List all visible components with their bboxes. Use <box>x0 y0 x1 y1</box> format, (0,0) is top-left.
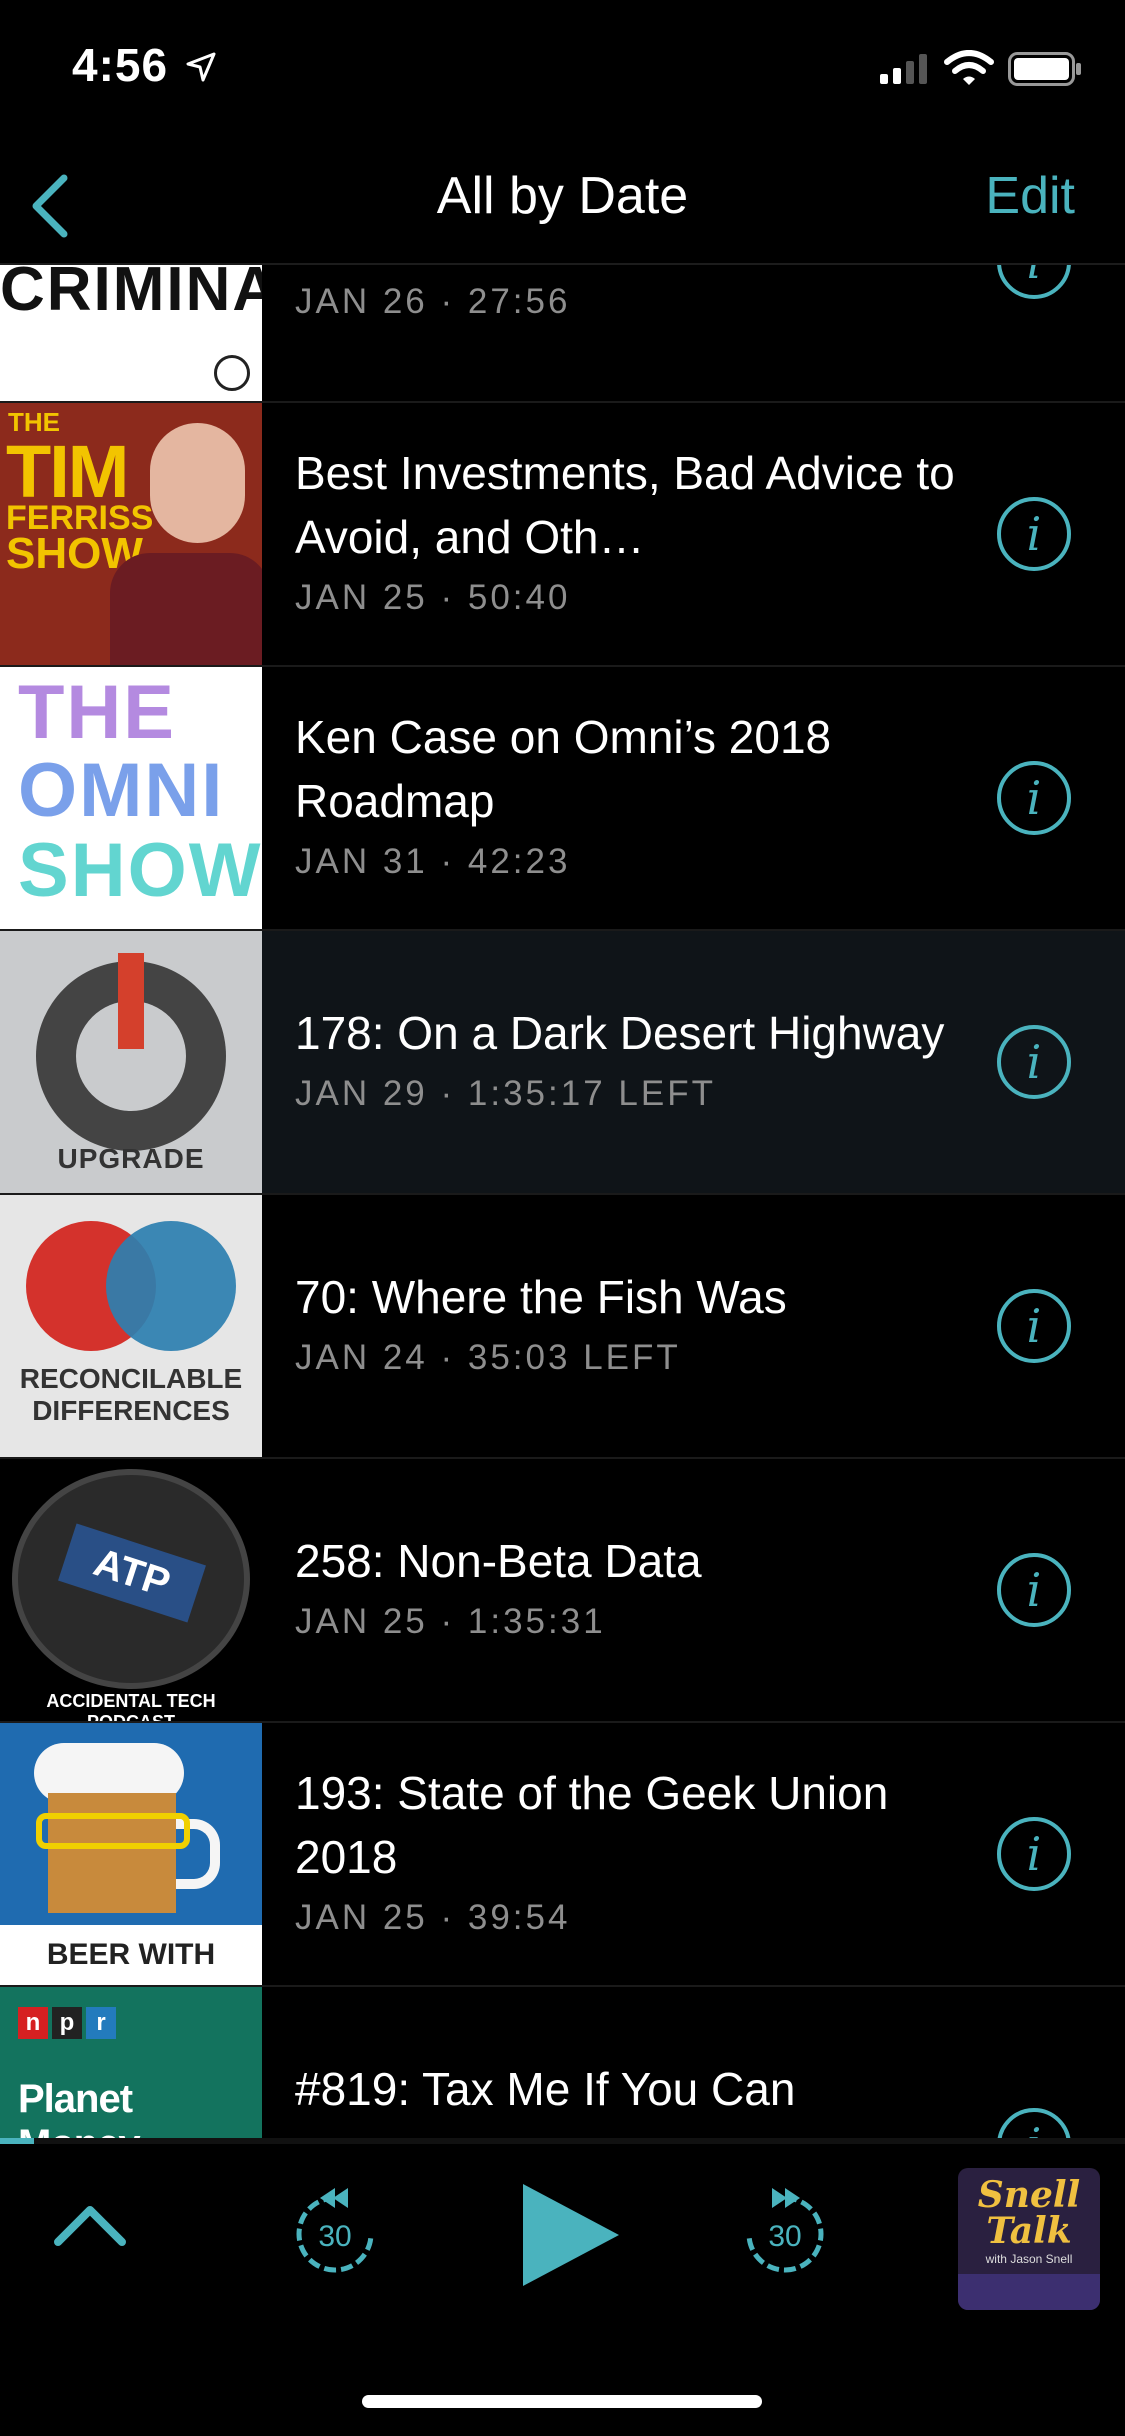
podcast-artwork-omni-show: THE OMNI SHOW <box>0 667 262 929</box>
episode-row-selected[interactable]: UPGRADE 178: On a Dark Desert Highway JA… <box>0 931 1125 1195</box>
wifi-icon <box>944 50 994 85</box>
episode-meta: JAN 25 · 39:54 <box>295 1898 571 1937</box>
podcast-artwork-tim-ferriss: THE TIM FERRISS SHOW <box>0 403 262 665</box>
episode-title: 193: State of the Geek Union 2018 <box>295 1767 889 1883</box>
episode-title: 70: Where the Fish Was <box>295 1271 787 1323</box>
skip-back-30-icon[interactable]: 30 <box>290 2184 380 2280</box>
artwork-text: BEER WITH GEEKS <box>0 1925 262 1985</box>
mini-player: 30 30 Snell Talk with Jason Snell <box>0 2144 1125 2324</box>
episode-row[interactable]: BEER WITH GEEKS 193: State of the Geek U… <box>0 1723 1125 1987</box>
episode-meta: JAN 26 · 27:56 <box>295 282 571 321</box>
location-arrow-icon <box>186 52 216 82</box>
episode-row[interactable]: CRIMINAL JAN 26 · 27:56 i <box>0 265 1125 403</box>
skip-back-seconds: 30 <box>318 2220 351 2253</box>
podcast-artwork-atp: ATP ACCIDENTAL TECH PODCAST <box>0 1459 262 1721</box>
podcast-artwork-planet-money: npr Planet Money <box>0 1987 262 2140</box>
info-icon[interactable]: i <box>997 2108 1071 2140</box>
now-playing-art-line3: with Jason Snell <box>985 2252 1073 2266</box>
status-bar: 4:56 <box>0 0 1125 140</box>
info-icon[interactable]: i <box>997 1289 1071 1363</box>
episode-meta: JAN 29 · 1:35:17 LEFT <box>295 1074 716 1113</box>
episode-row[interactable]: RECONCILABLE DIFFERENCES 70: Where the F… <box>0 1195 1125 1459</box>
episode-meta: JAN 25 · 1:35:31 <box>295 1602 606 1641</box>
episode-row[interactable]: THE TIM FERRISS SHOW Best Investments, B… <box>0 403 1125 667</box>
info-icon[interactable]: i <box>997 265 1071 299</box>
npr-logo-icon: npr <box>18 2007 116 2039</box>
episode-meta: JAN 25 · 50:40 <box>295 578 571 617</box>
info-icon[interactable]: i <box>997 1817 1071 1891</box>
play-icon[interactable] <box>515 2180 625 2290</box>
podcast-artwork-upgrade: UPGRADE <box>0 931 262 1193</box>
status-time: 4:56 <box>72 39 169 91</box>
skip-forward-seconds: 30 <box>768 2220 801 2253</box>
episode-meta: JAN 24 · 35:03 LEFT <box>295 1338 681 1377</box>
navigation-bar: All by Date Edit <box>0 140 1125 265</box>
artwork-text: CRIMINAL <box>0 265 262 324</box>
episode-list[interactable]: CRIMINAL JAN 26 · 27:56 i THE TIM FERRIS… <box>0 265 1125 2140</box>
now-playing-art-line2: Talk <box>986 2210 1072 2252</box>
episode-row[interactable]: ATP ACCIDENTAL TECH PODCAST 258: Non-Bet… <box>0 1459 1125 1723</box>
page-title: All by Date <box>436 167 689 225</box>
now-playing-artwork[interactable]: Snell Talk with Jason Snell <box>958 2168 1100 2310</box>
cellular-signal-icon <box>880 54 927 84</box>
info-icon[interactable]: i <box>997 761 1071 835</box>
radiotopia-logo-icon <box>214 355 250 391</box>
info-icon[interactable]: i <box>997 1025 1071 1099</box>
episode-row[interactable]: npr Planet Money #819: Tax Me If You Can… <box>0 1987 1125 2140</box>
episode-title: Best Investments, Bad Advice to Avoid, a… <box>295 447 955 563</box>
artwork-text: ACCIDENTAL TECH PODCAST <box>46 1691 216 1721</box>
episode-title: 178: On a Dark Desert Highway <box>295 1007 945 1059</box>
info-icon[interactable]: i <box>997 497 1071 571</box>
home-indicator[interactable] <box>362 2395 762 2408</box>
episode-title: Ken Case on Omni’s 2018 Roadmap <box>295 711 832 827</box>
podcast-artwork-criminal: CRIMINAL <box>0 265 262 401</box>
podcast-artwork-reconcilable-differences: RECONCILABLE DIFFERENCES <box>0 1195 262 1457</box>
episode-row[interactable]: THE OMNI SHOW Ken Case on Omni’s 2018 Ro… <box>0 667 1125 931</box>
battery-icon <box>1008 52 1081 86</box>
now-playing-art-line1: Snell <box>977 2174 1081 2216</box>
episode-title: 258: Non-Beta Data <box>295 1535 702 1587</box>
podcast-artwork-beer-with-geeks: BEER WITH GEEKS <box>0 1723 262 1985</box>
episode-title: #819: Tax Me If You Can <box>295 2063 796 2115</box>
artwork-text: Planet Money <box>18 2077 141 2140</box>
chevron-up-icon[interactable] <box>50 2194 130 2254</box>
episode-meta: JAN 31 · 42:23 <box>295 842 571 881</box>
edit-button[interactable]: Edit <box>985 166 1075 226</box>
info-icon[interactable]: i <box>997 1553 1071 1627</box>
skip-forward-30-icon[interactable]: 30 <box>740 2184 830 2280</box>
